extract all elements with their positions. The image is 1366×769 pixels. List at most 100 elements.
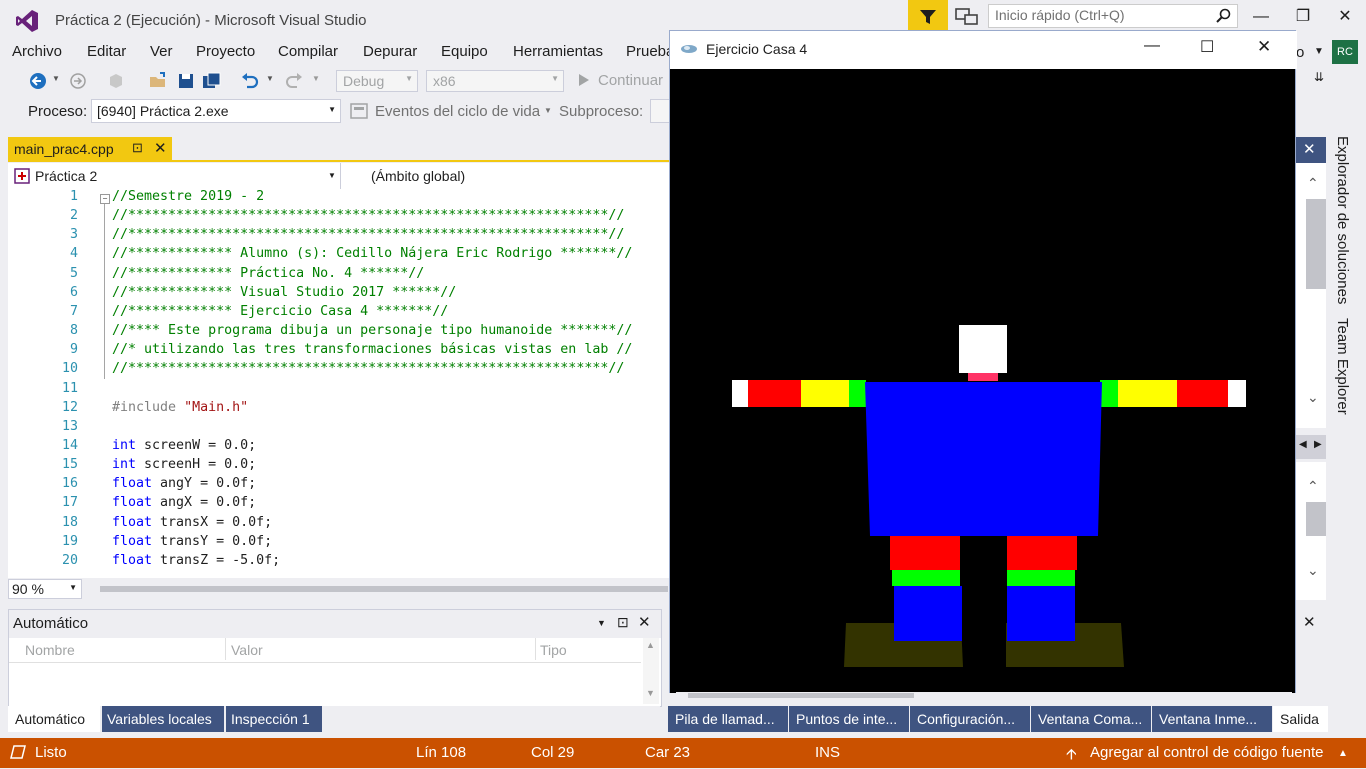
platform-combo[interactable]: x86 ▼ (426, 70, 564, 92)
menu-equipo[interactable]: Equipo (441, 43, 488, 60)
code-line[interactable]: 12 #include "Main.h" (8, 400, 670, 419)
zoom-combo[interactable]: 90 % ▼ (8, 579, 82, 599)
minimize-button[interactable]: — (1144, 37, 1160, 55)
add-to-source-control-button[interactable]: Agregar al control de código fuente (1090, 744, 1324, 761)
notification-filter-button[interactable] (908, 0, 948, 34)
output-scrollbar[interactable] (676, 692, 1292, 700)
side-tab-team-explorer[interactable]: Team Explorer (1334, 318, 1351, 415)
column-header-name[interactable]: Nombre (25, 642, 75, 658)
vs-close-button[interactable]: ✕ (1328, 6, 1362, 28)
vs-minimize-button[interactable]: — (1244, 6, 1278, 28)
column-divider[interactable] (535, 638, 536, 660)
tab-exception-settings[interactable]: Configuración... (910, 706, 1030, 732)
redo-dropdown-icon[interactable]: ▼ (312, 74, 320, 83)
menu-compilar[interactable]: Compilar (278, 43, 338, 60)
code-line[interactable]: 13 (8, 419, 670, 438)
code-line[interactable]: 18 float transX = 0.0f; (8, 515, 670, 534)
menu-prueba[interactable]: Prueba (626, 43, 674, 60)
opengl-render-canvas[interactable] (670, 69, 1295, 693)
vertical-scrollbar-thumb[interactable] (1306, 199, 1326, 289)
menu-editar[interactable]: Editar (87, 43, 126, 60)
panel-splitter[interactable]: ◀ ▶ (1296, 435, 1326, 459)
scroll-up-icon[interactable]: ▲ (646, 640, 655, 650)
tab-command-window[interactable]: Ventana Coma... (1031, 706, 1151, 732)
toolbar-overflow-icon[interactable]: ⇊ (1314, 70, 1324, 84)
pin-window-icon[interactable]: ⊡ (617, 614, 629, 631)
close-button[interactable]: ✕ (1257, 37, 1271, 57)
lifecycle-events-button[interactable]: Eventos del ciclo de vida (375, 103, 540, 120)
opengl-window-titlebar[interactable]: Ejercicio Casa 4 — ☐ ✕ (670, 31, 1297, 69)
code-line[interactable]: 20 float transZ = -5.0f; (8, 553, 670, 572)
code-line[interactable]: 6 //************* Visual Studio 2017 ****… (8, 285, 670, 304)
tab-autos[interactable]: Automático (8, 706, 100, 732)
code-line[interactable]: 4 //************* Alumno (s): Cedillo Náj… (8, 246, 670, 265)
tab-watch1[interactable]: Inspección 1 (226, 706, 322, 732)
solution-config-combo[interactable]: Debug ▼ (336, 70, 418, 92)
thread-combo[interactable] (650, 99, 670, 123)
collapse-region-icon[interactable]: − (100, 194, 110, 204)
undo-icon[interactable] (240, 71, 260, 91)
navigate-forward-icon[interactable] (68, 71, 88, 91)
process-combo[interactable]: [6940] Práctica 2.exe ▼ (91, 99, 341, 123)
vertical-scrollbar-thumb[interactable] (1306, 502, 1326, 536)
scroll-up-icon[interactable]: ⌃ (1307, 175, 1319, 192)
close-window-icon[interactable]: ✕ (638, 613, 651, 631)
tab-output[interactable]: Salida (1273, 706, 1328, 732)
project-combo[interactable]: Práctica 2 ▼ (8, 163, 341, 189)
redo-icon[interactable] (284, 71, 304, 91)
document-tab-main-prac4[interactable]: main_prac4.cpp ⊡ ✕ (8, 137, 172, 161)
tab-call-stack[interactable]: Pila de llamad... (668, 706, 788, 732)
scope-combo[interactable]: (Ámbito global) (346, 163, 670, 189)
back-dropdown-icon[interactable]: ▼ (52, 74, 60, 83)
menu-ver[interactable]: Ver (150, 43, 173, 60)
code-line[interactable]: 16 float angY = 0.0f; (8, 476, 670, 495)
menu-depurar[interactable]: Depurar (363, 43, 417, 60)
code-line[interactable]: 3 //*************************************… (8, 227, 670, 246)
code-editor[interactable]: 1 //Semestre 2019 - 2 2 //*****************… (8, 189, 670, 578)
tab-immediate-window[interactable]: Ventana Inme... (1152, 706, 1272, 732)
undo-dropdown-icon[interactable]: ▼ (266, 74, 274, 83)
code-line[interactable]: 8 //**** Este programa dibuja un personaj… (8, 323, 670, 342)
scroll-down-icon[interactable]: ▼ (646, 688, 655, 698)
horizontal-scrollbar[interactable] (100, 586, 668, 592)
output-scrollbar-thumb[interactable] (688, 693, 914, 698)
quick-launch-input[interactable]: Inicio rápido (Ctrl+Q) (988, 4, 1238, 28)
code-line[interactable]: 5 //************* Práctica No. 4 ******// (8, 266, 670, 285)
code-line[interactable]: 9 //* utilizando las tres transformacione… (8, 342, 670, 361)
code-line[interactable]: 19 float transY = 0.0f; (8, 534, 670, 553)
window-options-icon[interactable]: ▼ (597, 618, 606, 628)
chevron-down-icon[interactable]: ▼ (544, 106, 552, 115)
pin-tab-icon[interactable]: ⊡ (132, 140, 143, 156)
vs-restore-button[interactable]: ❐ (1286, 6, 1320, 28)
column-header-value[interactable]: Valor (231, 642, 263, 658)
scroll-right-icon[interactable]: ▶ (1314, 439, 1322, 450)
tab-breakpoints[interactable]: Puntos de inte... (789, 706, 909, 732)
code-line[interactable]: 17 float angX = 0.0f; (8, 495, 670, 514)
save-all-icon[interactable] (202, 71, 222, 91)
close-panel-icon[interactable]: ✕ (1303, 613, 1316, 631)
save-icon[interactable] (176, 71, 196, 91)
close-panel-icon[interactable]: ✕ (1303, 140, 1316, 158)
chevron-up-icon[interactable]: ▲ (1338, 748, 1348, 759)
continue-button[interactable]: Continuar (598, 72, 663, 89)
menu-proyecto[interactable]: Proyecto (196, 43, 255, 60)
open-file-icon[interactable] (148, 71, 168, 91)
scroll-down-icon[interactable]: ⌄ (1307, 389, 1319, 406)
code-line[interactable]: 10 //************************************… (8, 361, 670, 380)
scroll-down-icon[interactable]: ⌄ (1307, 562, 1319, 579)
maximize-button[interactable]: ☐ (1200, 37, 1214, 57)
code-line[interactable]: 2 //*************************************… (8, 208, 670, 227)
close-tab-icon[interactable]: ✕ (154, 139, 167, 157)
chevron-down-icon[interactable]: ▼ (1314, 46, 1324, 57)
column-header-type[interactable]: Tipo (540, 642, 567, 658)
new-project-icon[interactable] (106, 71, 126, 91)
code-line[interactable]: 7 //************* Ejercicio Casa 4 ******… (8, 304, 670, 323)
code-line[interactable]: 11 (8, 381, 670, 400)
tab-locals[interactable]: Variables locales (102, 706, 224, 732)
user-avatar[interactable]: RC (1332, 40, 1358, 64)
side-tab-solution-explorer[interactable]: Explorador de soluciones (1334, 136, 1351, 304)
scroll-up-icon[interactable]: ⌃ (1307, 478, 1319, 495)
column-divider[interactable] (225, 638, 226, 660)
code-line[interactable]: 14 int screenW = 0.0; (8, 438, 670, 457)
code-line[interactable]: 15 int screenH = 0.0; (8, 457, 670, 476)
